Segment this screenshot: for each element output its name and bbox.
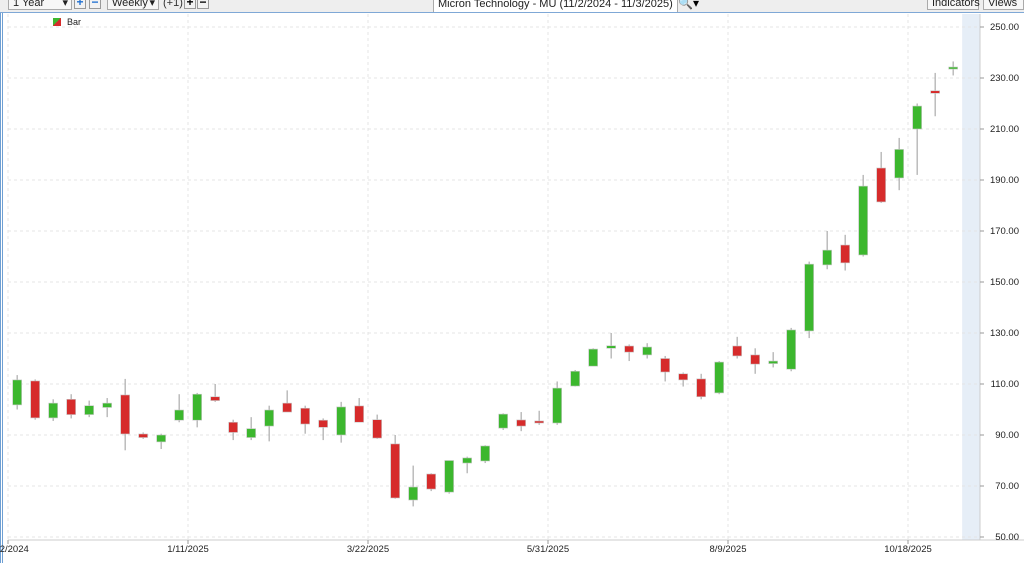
candle-down (228, 421, 238, 433)
candle-up (804, 263, 814, 332)
candle-down (120, 394, 130, 435)
candle-down (732, 345, 742, 357)
candle-down (210, 396, 220, 401)
candle-up (102, 402, 112, 408)
candle-up (606, 345, 616, 349)
y-tick-label: 90.00 (995, 430, 1019, 441)
candle-down (138, 433, 148, 438)
y-tick-label: 110.00 (991, 379, 1019, 390)
candle-up (498, 413, 508, 429)
x-tick-label: 3/22/2025 (347, 544, 389, 555)
candle-down (282, 402, 292, 413)
candlestick-chart: 250.00 230.00 210.00 190.00 170.00 150.00 130.… (0, 14, 1024, 555)
candle-down (750, 354, 760, 365)
candle-up (174, 409, 184, 421)
candle-down (426, 473, 436, 490)
candle-down (66, 398, 76, 415)
y-tick-label: 210.00 (990, 124, 1019, 135)
candle-up (408, 486, 418, 501)
x-tick-label: 11/2/2024 (0, 544, 29, 555)
candle-down (516, 419, 526, 427)
candle-down (876, 167, 886, 203)
candle-down (354, 405, 364, 423)
y-tick-label: 150.00 (990, 277, 1019, 288)
candle-down (624, 345, 634, 353)
candle-down (390, 443, 400, 499)
y-tick-label: 190.00 (990, 175, 1019, 186)
y-tick-label: 170.00 (990, 226, 1019, 237)
candle-down (840, 244, 850, 264)
x-tick-label: 1/11/2025 (167, 544, 209, 555)
y-tick-label: 250.00 (990, 22, 1019, 33)
candle-up (948, 66, 958, 70)
candle-up (480, 445, 490, 462)
candle-down (318, 419, 328, 428)
candle-up (156, 434, 166, 443)
candle-up (570, 370, 580, 387)
candle-down (930, 90, 940, 94)
candle-down (534, 420, 544, 424)
candle-up (588, 348, 598, 367)
candle-up (48, 402, 58, 419)
future-shade (962, 14, 980, 540)
candle-up (12, 379, 22, 406)
x-tick-label: 10/18/2025 (884, 544, 932, 555)
y-tick-label: 50.00 (995, 532, 1019, 543)
candle-up (336, 406, 346, 436)
candle-down (696, 378, 706, 398)
candle-up (768, 360, 778, 364)
candle-up (714, 361, 724, 394)
candle-up (192, 393, 202, 421)
candle-down (660, 358, 670, 373)
candle-down (30, 380, 40, 419)
candle-up (444, 460, 454, 493)
candle-up (894, 149, 904, 179)
y-tick-label: 70.00 (995, 481, 1019, 492)
candle-up (642, 346, 652, 356)
candle-up (264, 409, 274, 427)
candle-down (678, 373, 688, 381)
x-tick-label: 5/31/2025 (527, 544, 569, 555)
candle-up (786, 329, 796, 370)
candle-up (912, 105, 922, 130)
x-tick-label: 8/9/2025 (710, 544, 747, 555)
candle-up (822, 249, 832, 266)
candle-down (372, 419, 382, 439)
y-tick-label: 130.00 (990, 328, 1019, 339)
y-tick-label: 230.00 (990, 73, 1019, 84)
candle-up (84, 405, 94, 415)
candle-up (462, 457, 472, 464)
candle-down (300, 407, 310, 425)
candle-up (858, 185, 868, 256)
candle-up (246, 428, 256, 438)
candle-up (552, 387, 562, 424)
